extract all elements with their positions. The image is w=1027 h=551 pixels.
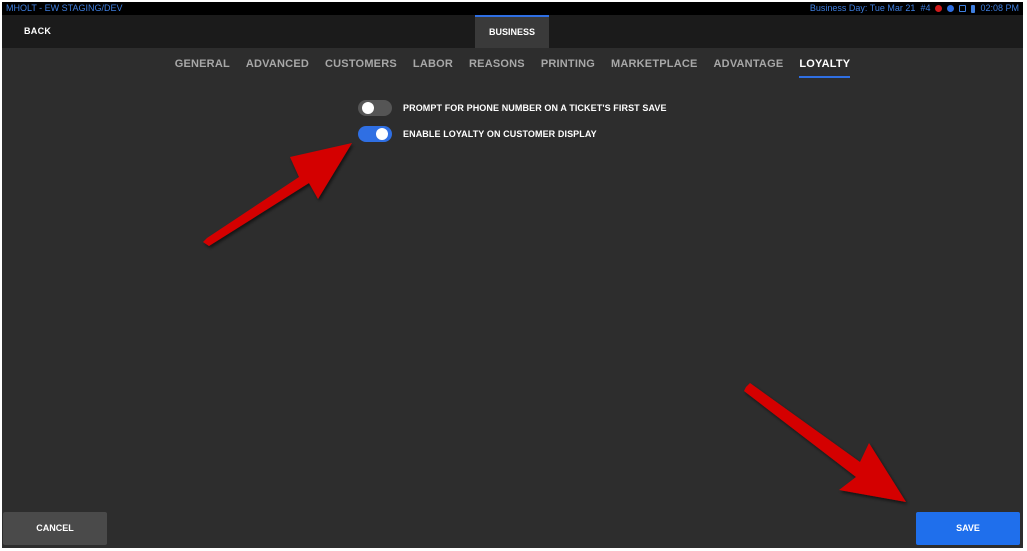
status-bar: MHOLT - EW STAGING/DEV Business Day: Tue… [2, 2, 1023, 15]
tab-general[interactable]: GENERAL [175, 58, 230, 76]
tab-marketplace[interactable]: MARKETPLACE [611, 58, 698, 76]
setting-row-loyalty-display: ENABLE LOYALTY ON CUSTOMER DISPLAY [358, 126, 597, 142]
status-right: Business Day: Tue Mar 21 #4 02:08 PM [810, 2, 1019, 15]
environment-label: MHOLT - EW STAGING/DEV [6, 3, 123, 13]
clock-label: 02:08 PM [980, 3, 1019, 13]
save-button[interactable]: SAVE [916, 512, 1020, 545]
tab-advanced[interactable]: ADVANCED [246, 58, 309, 76]
tab-labor[interactable]: LABOR [413, 58, 453, 76]
phone-prompt-toggle[interactable] [358, 100, 392, 116]
toggle-knob [362, 102, 374, 114]
tab-business[interactable]: BUSINESS [475, 15, 549, 48]
settings-subtabs: GENERAL ADVANCED CUSTOMERS LABOR REASONS PRIN… [2, 48, 1023, 81]
app-window: MHOLT - EW STAGING/DEV Business Day: Tue… [2, 2, 1023, 548]
tab-advantage[interactable]: ADVANTAGE [714, 58, 784, 76]
loyalty-display-toggle[interactable] [358, 126, 392, 142]
tab-loyalty[interactable]: LOYALTY [799, 58, 851, 78]
offline-icon [935, 5, 943, 12]
tab-printing[interactable]: PRINTING [541, 58, 595, 76]
setting-row-phone-prompt: PROMPT FOR PHONE NUMBER ON A TICKET'S FI… [358, 100, 667, 116]
back-button[interactable]: BACK [24, 15, 51, 48]
tab-customers[interactable]: CUSTOMERS [325, 58, 397, 76]
sync-icon [947, 5, 955, 12]
terminal-number: #4 [920, 3, 931, 13]
cancel-button[interactable]: CANCEL [3, 512, 107, 545]
printer-icon [959, 5, 967, 12]
loyalty-display-label: ENABLE LOYALTY ON CUSTOMER DISPLAY [403, 129, 597, 139]
battery-icon [971, 4, 976, 13]
header: BACK BUSINESS [2, 15, 1023, 48]
phone-prompt-label: PROMPT FOR PHONE NUMBER ON A TICKET'S FI… [403, 103, 667, 113]
business-day-label: Business Day: Tue Mar 21 [809, 3, 916, 13]
toggle-knob [376, 128, 388, 140]
tab-reasons[interactable]: REASONS [469, 58, 525, 76]
